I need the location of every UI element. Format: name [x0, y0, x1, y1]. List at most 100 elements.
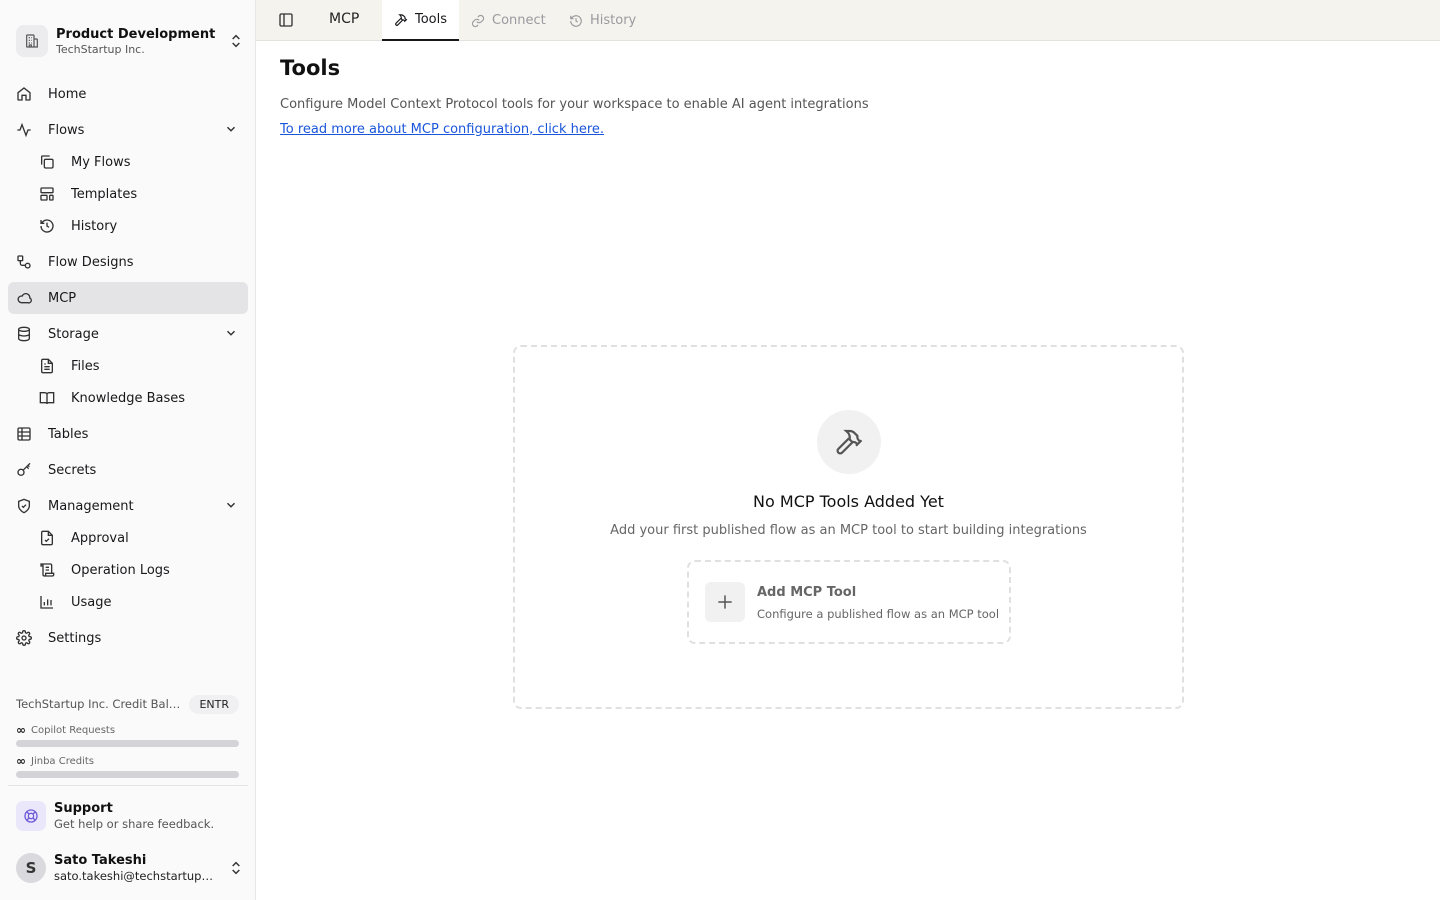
sidebar-item-label: Files	[71, 358, 100, 374]
hammer-icon	[394, 13, 408, 27]
activity-icon	[16, 122, 32, 138]
page-description: Configure Model Context Protocol tools f…	[280, 97, 869, 112]
scroll-text-icon	[39, 562, 55, 578]
divider	[8, 785, 248, 786]
shapes-icon	[16, 254, 32, 270]
infinity-icon: ∞	[16, 754, 26, 768]
sidebar-item-usage[interactable]: Usage	[8, 586, 248, 618]
docs-link[interactable]: To read more about MCP configuration, cl…	[280, 122, 604, 137]
sidebar-item-secrets[interactable]: Secrets	[8, 454, 248, 486]
meter-label: Copilot Requests	[31, 724, 116, 736]
sidebar-item-history[interactable]: History	[8, 210, 248, 242]
history-icon	[39, 218, 55, 234]
user-menu[interactable]: S Sato Takeshi sato.takeshi@techstartup.…	[16, 851, 244, 885]
sidebar-item-label: Management	[48, 498, 134, 514]
sidebar-toggle-icon[interactable]	[278, 12, 294, 28]
chevron-down-icon[interactable]	[224, 122, 238, 136]
sidebar-item-my-flows[interactable]: My Flows	[8, 146, 248, 178]
support-link[interactable]: Support Get help or share feedback.	[16, 799, 244, 833]
sidebar-item-label: Settings	[48, 630, 102, 646]
chevron-down-icon[interactable]	[224, 326, 238, 340]
credit-balance: TechStartup Inc. Credit Balance ENTR ∞ Co…	[16, 692, 239, 778]
plus-icon	[705, 582, 745, 622]
chevrons-up-down-icon	[228, 33, 244, 49]
sidebar-item-home[interactable]: Home	[8, 78, 248, 110]
history-icon	[569, 14, 583, 28]
add-tool-subtitle: Configure a published flow as an MCP too…	[757, 606, 1000, 621]
tab-label: Tools	[415, 12, 448, 27]
key-icon	[16, 462, 32, 478]
progress-bar	[16, 740, 239, 747]
support-subtitle: Get help or share feedback.	[54, 816, 215, 831]
sidebar-item-label: Tables	[48, 426, 89, 442]
sidebar-item-templates[interactable]: Templates	[8, 178, 248, 210]
sidebar-item-flows[interactable]: Flows	[8, 114, 248, 146]
sidebar-item-label: Usage	[71, 594, 112, 610]
sidebar-item-files[interactable]: Files	[8, 350, 248, 382]
avatar: S	[16, 853, 46, 883]
gear-icon	[16, 630, 32, 646]
book-open-icon	[39, 390, 55, 406]
sidebar-item-operation-logs[interactable]: Operation Logs	[8, 554, 248, 586]
home-icon	[16, 86, 32, 102]
empty-state-subtitle: Add your first published flow as an MCP …	[610, 523, 1087, 538]
infinity-icon: ∞	[16, 723, 26, 737]
shield-check-icon	[16, 498, 32, 514]
main-content: Tools Configure Model Context Protocol t…	[256, 41, 1440, 900]
sidebar-item-label: Storage	[48, 326, 99, 342]
building-icon	[16, 25, 48, 57]
sidebar: Product Development TechStartup Inc. Hom…	[0, 0, 256, 900]
sidebar-item-label: Knowledge Bases	[71, 390, 186, 406]
add-tool-title: Add MCP Tool	[757, 584, 857, 600]
tab-history[interactable]: History	[569, 0, 636, 41]
sidebar-item-knowledge-bases[interactable]: Knowledge Bases	[8, 382, 248, 414]
sidebar-nav: Home Flows My Flows Templates History Fl…	[8, 78, 248, 654]
sidebar-item-label: Flow Designs	[48, 254, 134, 270]
sidebar-item-mcp[interactable]: MCP	[8, 282, 248, 314]
layout-template-icon	[39, 186, 55, 202]
sidebar-item-storage[interactable]: Storage	[8, 318, 248, 350]
file-text-icon	[39, 358, 55, 374]
sidebar-item-label: Templates	[71, 186, 138, 202]
chevrons-up-down-icon	[228, 860, 244, 876]
jinba-credits-meter: ∞ Jinba Credits	[16, 754, 239, 778]
sidebar-item-label: Home	[48, 86, 87, 102]
sidebar-item-tables[interactable]: Tables	[8, 418, 248, 450]
hammer-icon	[817, 410, 881, 474]
add-mcp-tool-button[interactable]: Add MCP Tool Configure a published flow …	[687, 560, 1011, 644]
tab-connect[interactable]: Connect	[471, 0, 546, 41]
progress-bar	[16, 771, 239, 778]
link-icon	[471, 14, 485, 28]
sidebar-item-approval[interactable]: Approval	[8, 522, 248, 554]
sidebar-item-label: Operation Logs	[71, 562, 170, 578]
org-switcher[interactable]: Product Development TechStartup Inc.	[16, 22, 244, 60]
breadcrumb: MCP	[329, 11, 360, 27]
cloud-icon	[16, 290, 32, 306]
sidebar-item-settings[interactable]: Settings	[8, 622, 248, 654]
org-company: TechStartup Inc.	[56, 42, 145, 56]
meter-label: Jinba Credits	[31, 755, 95, 767]
tab-label: Connect	[492, 13, 546, 28]
support-title: Support	[54, 800, 113, 816]
page-title: Tools	[280, 56, 341, 80]
tab-label: History	[590, 13, 637, 28]
sidebar-item-flow-designs[interactable]: Flow Designs	[8, 246, 248, 278]
plan-badge: ENTR	[189, 694, 239, 714]
tab-tools[interactable]: Tools	[382, 0, 460, 41]
top-bar: MCP Tools Connect History	[256, 0, 1440, 41]
sidebar-item-label: Flows	[48, 122, 85, 138]
sidebar-item-label: MCP	[48, 290, 77, 306]
table-icon	[16, 426, 32, 442]
sidebar-item-management[interactable]: Management	[8, 490, 248, 522]
sidebar-item-label: History	[71, 218, 118, 234]
org-name: Product Development	[56, 26, 216, 42]
sidebar-item-label: Secrets	[48, 462, 97, 478]
bar-chart-icon	[39, 594, 55, 610]
life-buoy-icon	[16, 801, 46, 831]
user-name: Sato Takeshi	[54, 852, 147, 868]
copilot-requests-meter: ∞ Copilot Requests	[16, 723, 239, 747]
database-icon	[16, 326, 32, 342]
credit-balance-title: TechStartup Inc. Credit Balance	[16, 697, 181, 711]
chevron-down-icon[interactable]	[224, 498, 238, 512]
copy-icon	[39, 154, 55, 170]
